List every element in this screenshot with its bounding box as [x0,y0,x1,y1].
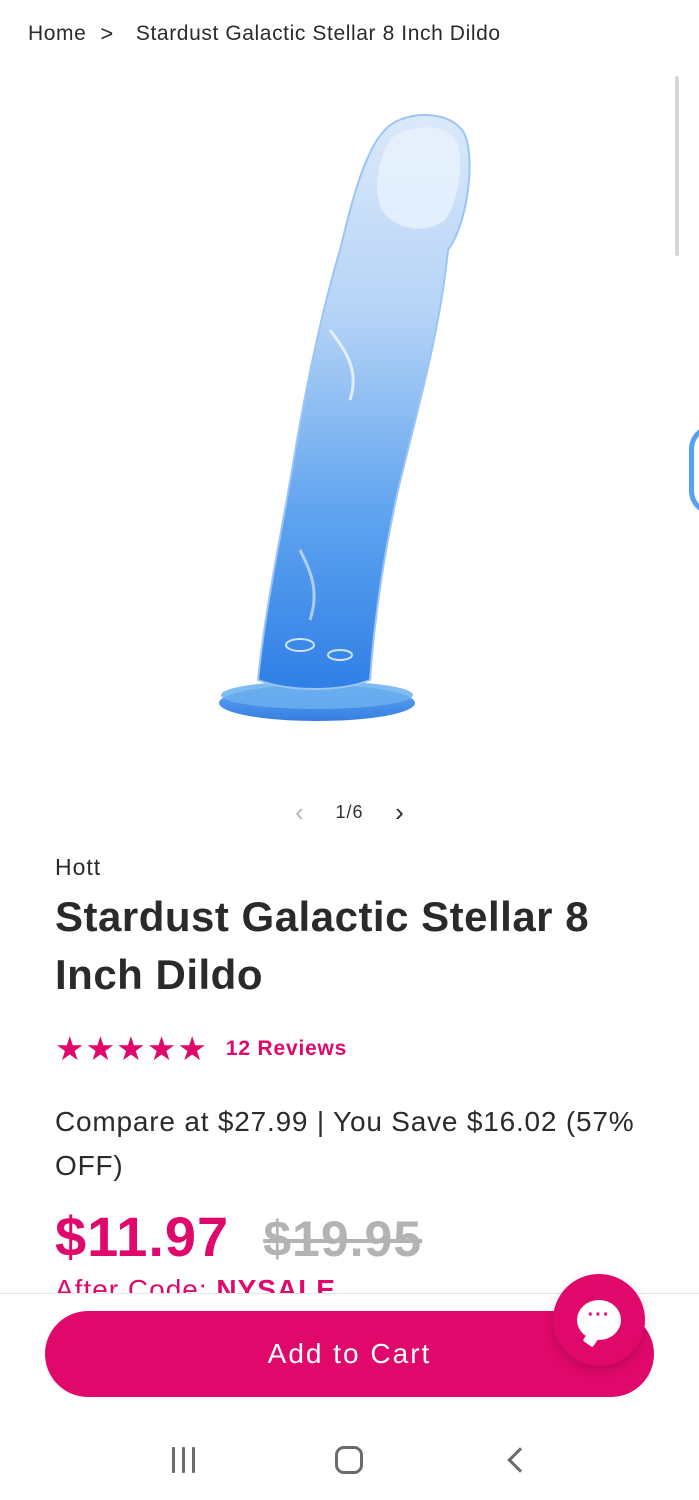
home-button[interactable] [319,1430,379,1490]
next-image-peek [689,425,699,515]
chevron-right-icon: > [100,21,114,46]
star-rating-icon: ★★★★★ [55,1030,208,1067]
slide-counter: 1/6 [335,801,364,822]
original-price: $19.95 [263,1211,423,1267]
price-block: $11.97 $19.95 [55,1204,422,1269]
after-code-label: After Code: [55,1274,217,1293]
breadcrumb-home-link[interactable]: Home [28,22,86,46]
chat-bubble-icon: ··· [577,1300,621,1340]
chevron-right-icon[interactable]: › [370,797,430,828]
chat-button[interactable]: ··· [553,1274,645,1366]
product-vendor[interactable]: Hott [55,854,101,881]
product-image [219,114,471,721]
back-icon [507,1447,533,1473]
product-image-gallery[interactable] [0,70,699,770]
after-code-note: After Code: NYSALE [55,1270,336,1293]
recent-apps-icon [171,1447,195,1473]
recent-apps-button[interactable] [153,1430,213,1490]
chat-dots: ··· [587,1304,611,1326]
gallery-pagination: ‹ 1/6 › [0,794,699,830]
discount-code: NYSALE [216,1274,336,1293]
breadcrumb-current: Stardust Galactic Stellar 8 Inch Dildo [135,22,501,45]
home-icon [335,1446,364,1474]
product-rating[interactable]: ★★★★★ 12 Reviews [55,1032,347,1066]
product-title: Stardust Galactic Stellar 8 Inch Dildo [55,893,590,998]
system-navigation-bar [0,1420,699,1500]
sale-price: $11.97 [55,1205,230,1268]
reviews-link[interactable]: 12 Reviews [226,1037,347,1061]
breadcrumb: Home > Stardust Galactic Stellar 8 Inch … [28,18,501,50]
chevron-left-icon[interactable]: ‹ [270,797,330,828]
compare-at-text: Compare at $27.99 | You Save $16.02 (57%… [55,1106,635,1181]
back-button[interactable] [486,1430,546,1490]
